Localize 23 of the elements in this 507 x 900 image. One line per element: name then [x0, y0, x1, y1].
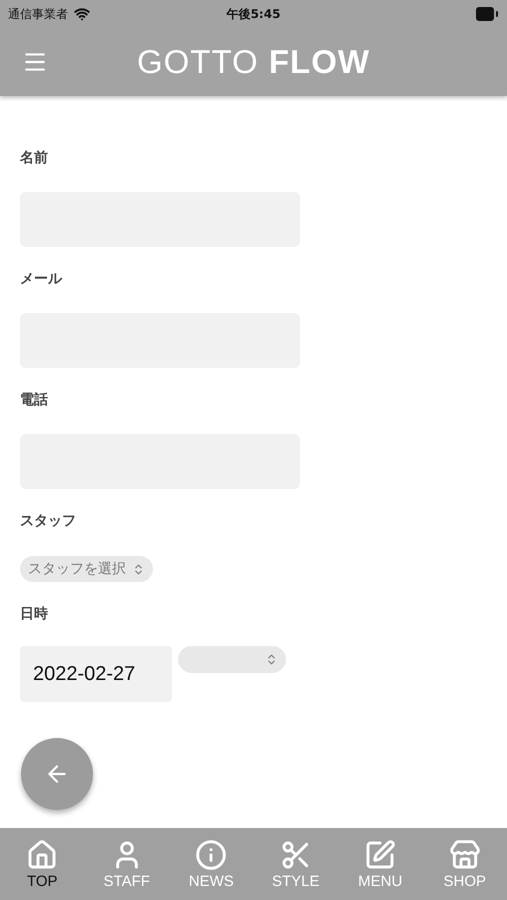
tab-item[interactable]: MENU — [338, 828, 422, 900]
field-label: スタッフ — [20, 512, 77, 531]
time-select[interactable] — [178, 646, 286, 673]
tab-item[interactable]: SHOP — [422, 828, 507, 900]
tab-item[interactable]: STAFF — [84, 828, 169, 900]
wifi-icon — [74, 6, 90, 22]
store-icon — [448, 838, 481, 870]
field-label: 電話 — [20, 391, 49, 410]
tab-item[interactable]: NEWS — [169, 828, 254, 900]
date-field[interactable]: 2022-02-27 — [20, 646, 172, 702]
field-label: 日時 — [20, 605, 49, 624]
tab-item[interactable]: TOP — [0, 828, 84, 900]
status-time: 午後5:45 — [226, 6, 280, 22]
field-label: メール — [20, 270, 64, 289]
edit-icon — [364, 838, 396, 870]
app-logo: GOTTO FLOW — [136, 43, 370, 80]
info-icon — [195, 838, 228, 870]
tab-item[interactable]: STYLE — [254, 828, 338, 900]
staff-select[interactable]: スタッフを選択 — [20, 556, 153, 582]
carrier-name: 通信事業者 — [8, 6, 68, 22]
home-icon — [26, 838, 58, 870]
field-label: 名前 — [20, 149, 49, 168]
back-button[interactable] — [21, 738, 93, 810]
